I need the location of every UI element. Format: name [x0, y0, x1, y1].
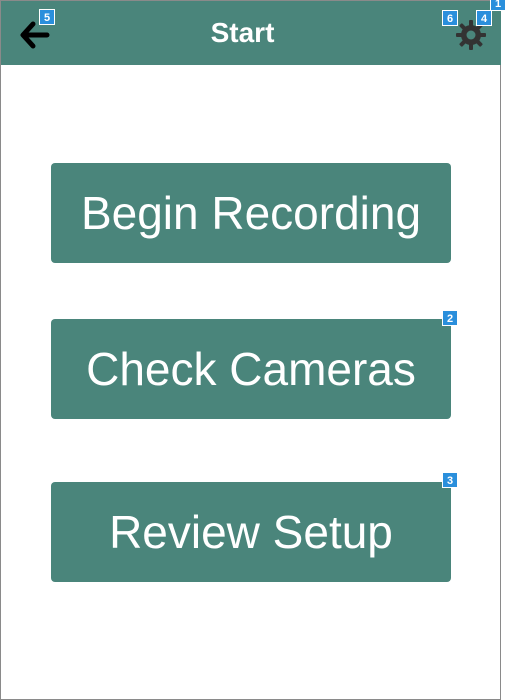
page-title: Start	[210, 17, 275, 48]
begin-recording-button[interactable]: Begin Recording	[51, 163, 451, 263]
badge-5: 5	[39, 9, 55, 25]
app-frame: Start Begin Recording Check Cameras Revi…	[0, 0, 501, 700]
badge-4: 4	[476, 10, 492, 26]
badge-6: 6	[442, 10, 458, 26]
review-setup-button[interactable]: Review Setup	[51, 482, 451, 582]
check-cameras-button[interactable]: Check Cameras	[51, 319, 451, 419]
top-app-bar: Start	[1, 1, 501, 65]
badge-1: 1	[490, 0, 506, 11]
badge-2: 2	[442, 310, 458, 326]
badge-3: 3	[442, 472, 458, 488]
